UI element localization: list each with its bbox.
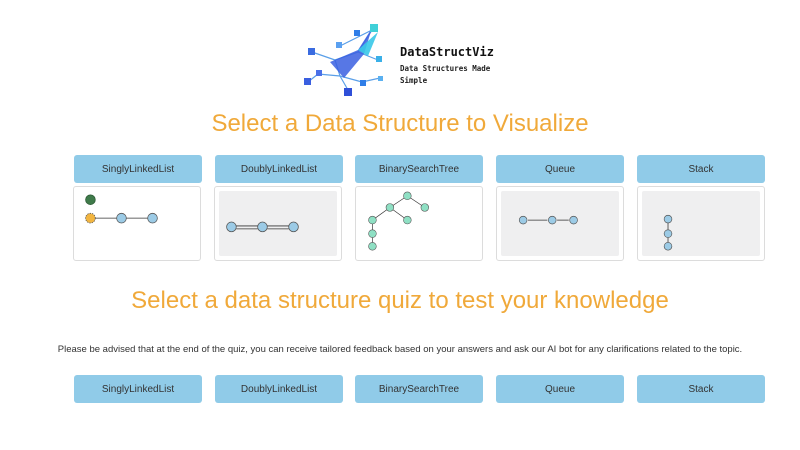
quiz-binary-search-tree-button[interactable]: BinarySearchTree	[355, 375, 483, 403]
brand-tagline: Data Structures Made Simple	[400, 64, 491, 85]
doubly-linked-list-preview[interactable]	[214, 186, 342, 261]
queue-preview[interactable]	[496, 186, 624, 261]
tree-node	[368, 242, 377, 251]
visualize-stack-button[interactable]: Stack	[637, 155, 765, 183]
quiz-singly-linked-list-button[interactable]: SinglyLinkedList	[74, 375, 202, 403]
queue-node	[518, 215, 528, 225]
tree-node	[403, 191, 412, 201]
list-node	[288, 221, 299, 233]
list-node	[257, 221, 268, 233]
list-head-marker	[85, 194, 96, 205]
app-logo: DataStructViz Data Structures Made Simpl…	[300, 20, 525, 100]
network-graph-logo-icon	[304, 24, 383, 96]
singly-linked-list-diagram	[85, 194, 158, 224]
list-node	[226, 221, 237, 233]
quiz-notice: Please be advised that at the end of the…	[57, 344, 743, 355]
visualize-doubly-linked-list-button[interactable]: DoublyLinkedList	[215, 155, 343, 183]
queue-diagram	[518, 215, 578, 225]
binary-search-tree-preview[interactable]	[355, 186, 483, 261]
tree-node	[420, 203, 429, 212]
list-node	[147, 212, 158, 224]
quiz-heading: Select a data structure quiz to test you…	[131, 287, 669, 314]
visualize-queue-button[interactable]: Queue	[496, 155, 624, 183]
brand-name: DataStructViz	[400, 45, 494, 59]
quiz-doubly-linked-list-button[interactable]: DoublyLinkedList	[215, 375, 343, 403]
doubly-linked-list-diagram	[226, 221, 299, 233]
stack-node	[663, 242, 673, 251]
tree-node	[368, 229, 377, 238]
singly-linked-list-preview[interactable]	[73, 186, 201, 261]
stack-diagram	[663, 214, 673, 251]
stack-node	[663, 214, 673, 224]
visualize-heading: Select a Data Structure to Visualize	[211, 110, 589, 137]
list-node	[85, 212, 96, 224]
queue-node	[548, 215, 557, 225]
quiz-stack-button[interactable]: Stack	[637, 375, 765, 403]
binary-search-tree-diagram	[368, 191, 429, 251]
visualize-singly-linked-list-button[interactable]: SinglyLinkedList	[74, 155, 202, 183]
tree-node	[368, 215, 377, 225]
quiz-queue-button[interactable]: Queue	[496, 375, 624, 403]
queue-node	[569, 215, 578, 225]
stack-node	[663, 229, 673, 238]
tree-node	[403, 215, 412, 225]
visualize-binary-search-tree-button[interactable]: BinarySearchTree	[355, 155, 483, 183]
tree-node	[385, 203, 395, 212]
list-node	[116, 212, 127, 224]
stack-preview[interactable]	[637, 186, 765, 261]
